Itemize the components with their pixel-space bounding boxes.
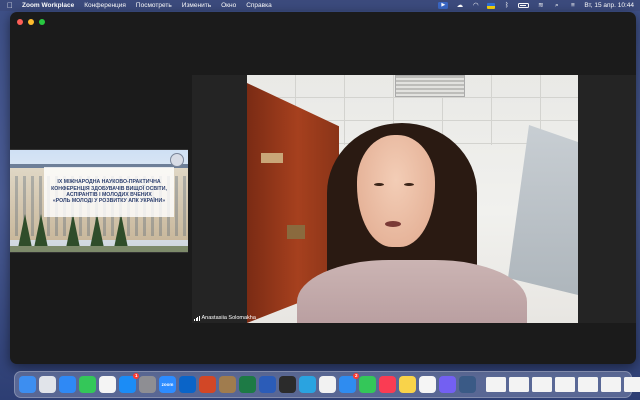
slide-tree [34,214,48,248]
menu-clock[interactable]: Вт, 15 апр. 10:44 [584,0,634,11]
facetime-icon[interactable] [79,376,96,393]
dock-document-thumbnail[interactable] [509,377,529,392]
speaker-video [247,75,578,323]
apple-menu-icon[interactable]:  [6,1,14,10]
dock-document-thumbnail[interactable] [555,377,575,392]
speaker-eye [404,183,414,186]
shelf-object [261,153,283,163]
minimize-window-button[interactable] [28,19,34,25]
close-window-button[interactable] [17,19,23,25]
app-store-icon[interactable]: 1 [119,373,139,393]
slide-title-line: «РОЛЬ МОЛОДІ У РОЗВИТКУ АПК УКРАЇНИ» [52,198,166,205]
dock-icon-label: zoom [161,382,174,387]
viber-icon[interactable] [439,376,456,393]
participant-name: Anastasiia Solomakha [201,315,256,321]
chrome-icon[interactable] [319,376,336,393]
ceiling-vent [395,75,465,97]
menu-conference[interactable]: Конференция [84,0,126,11]
dock-document-thumbnail[interactable] [532,377,552,392]
speaker-mouth [385,221,401,227]
menu-window[interactable]: Окно [221,0,236,11]
calendar-icon[interactable] [419,376,436,393]
zoom-status-icon[interactable]: ▶ [438,2,449,9]
slide-ground [10,246,188,252]
telegram-icon[interactable] [299,376,316,393]
speaker-face [357,135,435,247]
excel-icon[interactable] [239,376,256,393]
speaker-eye [374,183,384,186]
menu-view[interactable]: Посмотреть [136,0,172,11]
photos-icon[interactable] [99,376,116,393]
menu-edit[interactable]: Изменить [182,0,211,11]
shared-slide: IX МІЖНАРОДНА НАУКОВО-ПРАКТИЧНА КОНФЕРЕН… [10,150,188,252]
dock: 1zoom2 🗑 [14,371,640,398]
music-icon[interactable] [379,376,396,393]
bluetooth-icon[interactable]: ᛒ [502,2,511,9]
dock-document-thumbnail[interactable] [624,377,640,392]
slide-tree [66,214,80,248]
word-icon[interactable] [259,376,276,393]
terminal-icon[interactable] [279,376,296,393]
battery-icon[interactable] [518,3,530,8]
wifi-icon[interactable]: ≋ [536,2,545,9]
launchpad-icon[interactable] [39,376,56,393]
speaker-body [297,260,527,323]
slide-logo [170,153,184,167]
dock-document-thumbnail[interactable] [601,377,621,392]
zoom-window: IX МІЖНАРОДНА НАУКОВО-ПРАКТИЧНА КОНФЕРЕН… [10,12,636,364]
dock-apps: 1 zoom 2 [19,373,476,393]
menu-help[interactable]: Справка [246,0,272,11]
slide-tree [90,214,104,248]
dock-document-thumbnail[interactable] [578,377,598,392]
participant-name-label: Anastasiia Solomakha [194,315,256,321]
menu-app-name[interactable]: Zoom Workplace [22,0,74,11]
slide-tree [18,214,32,248]
mail-icon[interactable]: 2 [339,373,359,393]
status-area: ▶ ☁ ◠ ᛒ ≋ ⌕ ≡ Вт, 15 апр. 10:44 [438,0,634,11]
room-window [508,125,578,295]
dock-document-thumbnail[interactable] [486,377,506,392]
finder-icon[interactable] [19,376,36,393]
messages-icon[interactable] [359,376,376,393]
preview-icon[interactable] [219,376,236,393]
menu-bar:  Zoom Workplace Конференция Посмотреть … [0,0,640,11]
system-settings-icon[interactable] [139,376,156,393]
powerpoint-icon[interactable] [199,376,216,393]
zoom-window-button[interactable] [39,19,45,25]
utility-icon[interactable] [459,376,476,393]
ukraine-flag-icon[interactable] [487,2,496,9]
search-icon[interactable]: ⌕ [552,2,561,9]
shared-screen-tile[interactable]: IX МІЖНАРОДНА НАУКОВО-ПРАКТИЧНА КОНФЕРЕН… [10,149,188,253]
notes-icon[interactable] [399,376,416,393]
connection-signal-icon [194,315,200,321]
control-center-icon[interactable]: ≡ [568,2,577,9]
active-speaker-tile[interactable]: Anastasiia Solomakha [192,75,636,323]
safari-icon[interactable] [59,376,76,393]
slide-title-box: IX МІЖНАРОДНА НАУКОВО-ПРАКТИЧНА КОНФЕРЕН… [44,167,174,217]
wifi-status-icon[interactable]: ◠ [471,2,480,9]
zoom-icon[interactable]: zoom [159,376,176,393]
window-controls [17,19,45,25]
creative-cloud-icon[interactable]: ☁ [455,2,464,9]
slide-tree [114,214,128,248]
outlook-icon[interactable] [179,376,196,393]
shelf-object [287,225,305,239]
